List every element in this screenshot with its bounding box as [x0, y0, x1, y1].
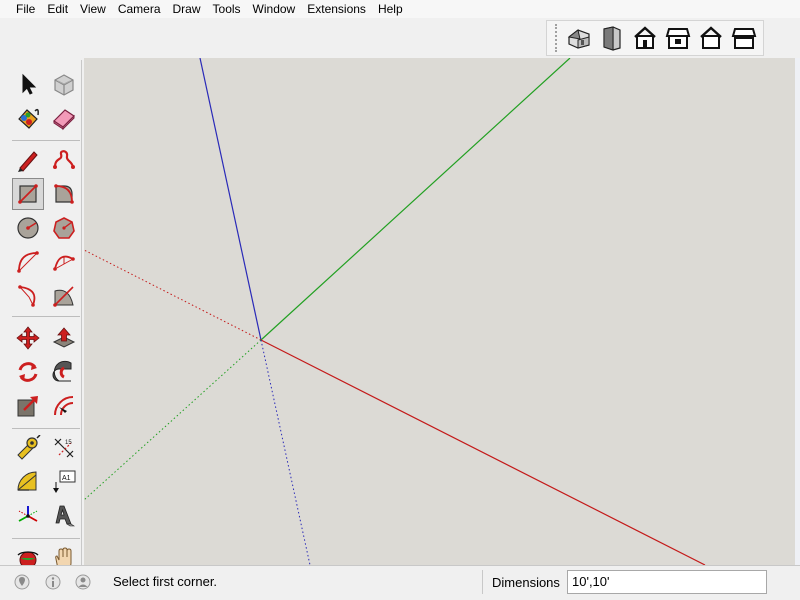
dimensions-label-wrap: Dimensions: [482, 570, 560, 594]
status-message: Select first corner.: [113, 574, 218, 589]
component-tool[interactable]: [48, 68, 80, 100]
svg-text:15: 15: [65, 440, 72, 446]
menu-help[interactable]: Help: [372, 0, 409, 18]
scale-tool[interactable]: [12, 390, 44, 422]
dimensions-label: Dimensions: [492, 574, 560, 590]
status-bar: Select first corner. Dimensions 10',10': [0, 565, 800, 600]
top-view-icon: [603, 26, 621, 51]
push-pull-icon: [52, 327, 76, 348]
axes-icon: [18, 506, 38, 522]
menu-window[interactable]: Window: [247, 0, 302, 18]
geolocation-icon[interactable]: [14, 574, 30, 590]
3d-text-tool[interactable]: [48, 500, 80, 532]
drawing-viewport[interactable]: [84, 58, 800, 565]
account-icon[interactable]: [75, 574, 91, 590]
paint-bucket-icon: [18, 108, 39, 129]
top-toolbar-area: [0, 18, 800, 58]
svg-text:A1: A1: [62, 475, 71, 482]
front-view-icon: [634, 26, 656, 49]
circle-icon: [17, 217, 39, 239]
menu-file[interactable]: File: [10, 0, 41, 18]
component-icon: [54, 74, 74, 96]
two-point-arc-icon: [53, 255, 75, 271]
menu-extensions[interactable]: Extensions: [301, 0, 372, 18]
rotate-icon: [18, 362, 38, 382]
follow-me-tool[interactable]: [48, 356, 80, 388]
right-view-icon: [665, 28, 691, 49]
rotated-rectangle-tool[interactable]: [48, 178, 80, 210]
tape-measure-tool[interactable]: [12, 432, 44, 464]
menu-draw[interactable]: Draw: [167, 0, 207, 18]
rectangle-tool[interactable]: [12, 178, 44, 210]
paint-bucket-tool[interactable]: [12, 102, 44, 134]
scale-icon: [17, 396, 38, 417]
polygon-icon: [53, 217, 75, 239]
right-view-button[interactable]: [663, 23, 692, 53]
model-axes: [84, 58, 800, 565]
select-tool[interactable]: [12, 68, 44, 100]
follow-me-icon: [52, 360, 72, 382]
back-view-icon: [700, 26, 723, 49]
menu-view[interactable]: View: [74, 0, 112, 18]
tools-palette: 15 A1: [8, 60, 82, 570]
dimension-tool[interactable]: 15: [48, 432, 80, 464]
back-view-button[interactable]: [697, 23, 726, 53]
select-arrow-icon: [22, 73, 37, 95]
arc-tool[interactable]: [12, 246, 44, 278]
views-toolbar: [546, 20, 764, 56]
left-view-icon: [732, 28, 757, 49]
freehand-icon: [53, 150, 75, 169]
offset-tool[interactable]: [48, 390, 80, 422]
dimension-icon: 15: [54, 438, 74, 458]
rotated-rectangle-icon: [54, 184, 74, 204]
polygon-tool[interactable]: [48, 212, 80, 244]
top-view-button[interactable]: [597, 23, 626, 53]
toolbar-separator: [12, 140, 80, 141]
move-icon: [16, 326, 40, 350]
left-view-button[interactable]: [730, 23, 759, 53]
text-icon: A1: [53, 470, 76, 493]
window-edge: [795, 58, 800, 565]
three-point-arc-tool[interactable]: [12, 280, 44, 312]
rotate-tool[interactable]: [12, 356, 44, 388]
circle-tool[interactable]: [12, 212, 44, 244]
protractor-tool[interactable]: [12, 466, 44, 498]
dimensions-input[interactable]: 10',10': [567, 570, 767, 594]
freehand-tool[interactable]: [48, 144, 80, 176]
push-pull-tool[interactable]: [48, 322, 80, 354]
arc-icon: [17, 251, 39, 273]
axes-tool[interactable]: [12, 500, 44, 532]
three-point-arc-icon: [18, 285, 36, 307]
text-tool[interactable]: A1: [48, 466, 80, 498]
rectangle-icon: [18, 184, 38, 204]
toolbar-grip[interactable]: [555, 24, 558, 52]
toolbar-separator: [12, 316, 80, 317]
iso-view-icon: [567, 29, 590, 49]
front-view-button[interactable]: [630, 23, 659, 53]
pie-tool[interactable]: [48, 280, 80, 312]
offset-icon: [54, 396, 74, 416]
eraser-tool[interactable]: [48, 102, 80, 134]
menu-tools[interactable]: Tools: [207, 0, 247, 18]
menu-bar: File Edit View Camera Draw Tools Window …: [0, 0, 800, 18]
iso-view-button[interactable]: [564, 23, 593, 53]
pie-icon: [53, 286, 74, 307]
protractor-icon: [17, 471, 37, 491]
toolbar-separator: [12, 428, 80, 429]
move-tool[interactable]: [12, 322, 44, 354]
eraser-icon: [53, 109, 75, 131]
credits-icon[interactable]: [45, 574, 61, 590]
tape-measure-icon: [17, 435, 41, 460]
two-point-arc-tool[interactable]: [48, 246, 80, 278]
menu-edit[interactable]: Edit: [41, 0, 74, 18]
3d-text-icon: [55, 505, 75, 527]
menu-camera[interactable]: Camera: [112, 0, 167, 18]
toolbar-separator: [12, 538, 80, 539]
pencil-icon: [18, 151, 38, 172]
pencil-tool[interactable]: [12, 144, 44, 176]
